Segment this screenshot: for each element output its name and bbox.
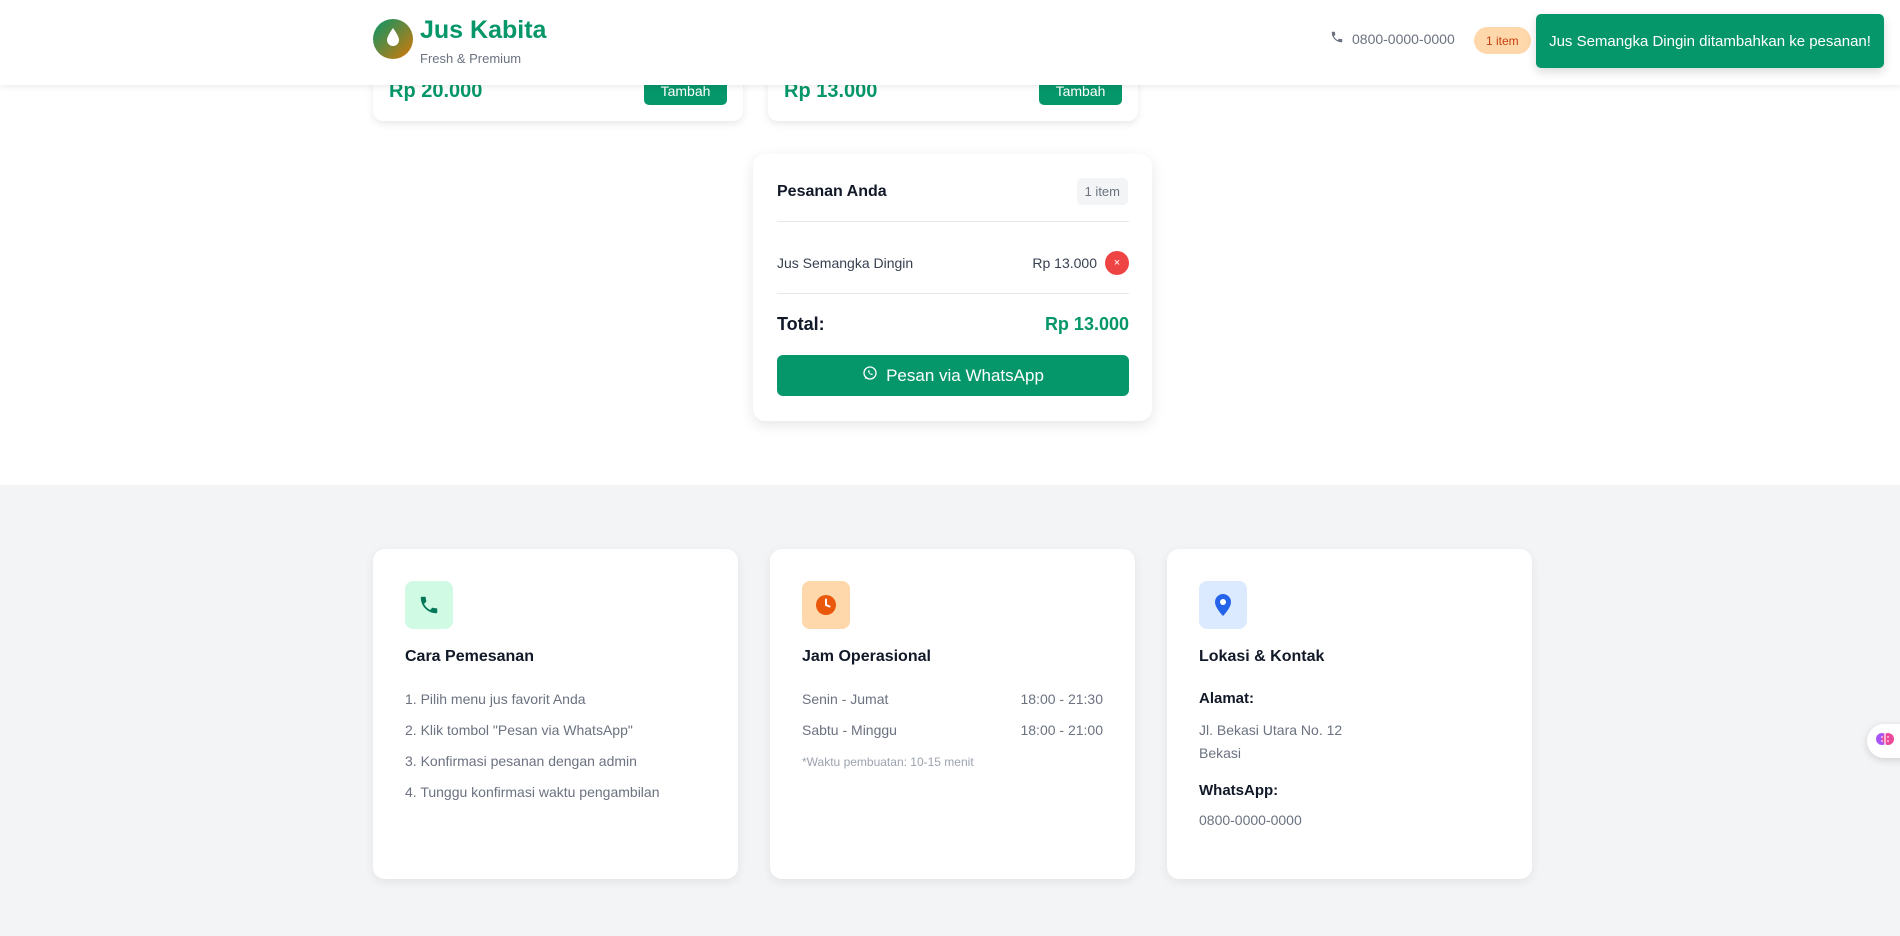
brand-title[interactable]: Jus Kabita — [420, 16, 546, 45]
droplet-icon — [385, 27, 401, 52]
whatsapp-icon — [862, 365, 878, 386]
toast-notification: Jus Semangka Dingin ditambahkan ke pesan… — [1536, 14, 1884, 68]
order-step: 2. Klik tombol "Pesan via WhatsApp" — [405, 722, 633, 738]
phone-icon — [1330, 30, 1344, 47]
whatsapp-button-label: Pesan via WhatsApp — [886, 365, 1044, 385]
preparation-time-note: *Waktu pembuatan: 10-15 menit — [802, 755, 974, 769]
brain-icon — [1875, 729, 1895, 754]
order-item-price: Rp 13.000 — [1032, 255, 1097, 271]
hours-time: 18:00 - 21:30 — [1020, 691, 1103, 707]
opening-hours-card: Jam Operasional Senin - Jumat 18:00 - 21… — [770, 549, 1135, 879]
order-title: Pesanan Anda — [777, 183, 887, 200]
side-widget[interactable] — [1867, 724, 1900, 758]
order-step: 4. Tunggu konfirmasi waktu pengambilan — [405, 784, 660, 800]
divider — [777, 293, 1129, 294]
info-section: Cara Pemesanan 1. Pilih menu jus favorit… — [0, 485, 1900, 936]
card-title: Jam Operasional — [802, 648, 931, 665]
whatsapp-label: WhatsApp: — [1199, 782, 1279, 799]
whatsapp-number[interactable]: 0800-0000-0000 — [1199, 809, 1302, 832]
order-summary-card: Pesanan Anda 1 item Jus Semangka Dingin … — [753, 154, 1152, 421]
how-to-order-card: Cara Pemesanan 1. Pilih menu jus favorit… — [373, 549, 738, 879]
clock-icon — [802, 581, 850, 629]
phone-icon — [405, 581, 453, 629]
order-via-whatsapp-button[interactable]: Pesan via WhatsApp — [777, 355, 1129, 396]
total-value: Rp 13.000 — [1044, 314, 1129, 334]
total-label: Total: — [777, 314, 825, 334]
brand-subtitle: Fresh & Premium — [420, 51, 522, 66]
map-pin-icon — [1199, 581, 1247, 629]
order-step: 3. Konfirmasi pesanan dengan admin — [405, 753, 637, 769]
divider — [777, 221, 1129, 222]
hours-time: 18:00 - 21:00 — [1020, 722, 1103, 738]
header-phone-number: 0800-0000-0000 — [1352, 30, 1455, 47]
header-phone[interactable]: 0800-0000-0000 — [1330, 30, 1455, 47]
address-label: Alamat: — [1199, 690, 1255, 707]
order-item-name: Jus Semangka Dingin — [777, 255, 914, 271]
hours-row: Senin - Jumat 18:00 - 21:30 — [802, 691, 1103, 707]
card-title: Lokasi & Kontak — [1199, 648, 1325, 665]
hours-days: Sabtu - Minggu — [802, 722, 897, 738]
order-count-badge: 1 item — [1076, 178, 1128, 205]
order-item: Jus Semangka Dingin Rp 13.000 × — [777, 250, 1129, 276]
address-line: Jl. Bekasi Utara No. 12 — [1199, 722, 1343, 738]
close-icon: × — [1113, 257, 1121, 269]
card-title: Cara Pemesanan — [405, 648, 534, 665]
hours-row: Sabtu - Minggu 18:00 - 21:00 — [802, 722, 1103, 738]
logo[interactable] — [373, 19, 413, 59]
location-contact-card: Lokasi & Kontak Alamat: Jl. Bekasi Utara… — [1167, 549, 1532, 879]
remove-item-button[interactable]: × — [1105, 251, 1129, 275]
total-row: Total: Rp 13.000 — [777, 314, 1129, 335]
order-step: 1. Pilih menu jus favorit Anda — [405, 691, 586, 707]
hours-days: Senin - Jumat — [802, 691, 889, 707]
address-line: Bekasi — [1199, 745, 1242, 761]
cart-badge[interactable]: 1 item — [1474, 27, 1531, 54]
